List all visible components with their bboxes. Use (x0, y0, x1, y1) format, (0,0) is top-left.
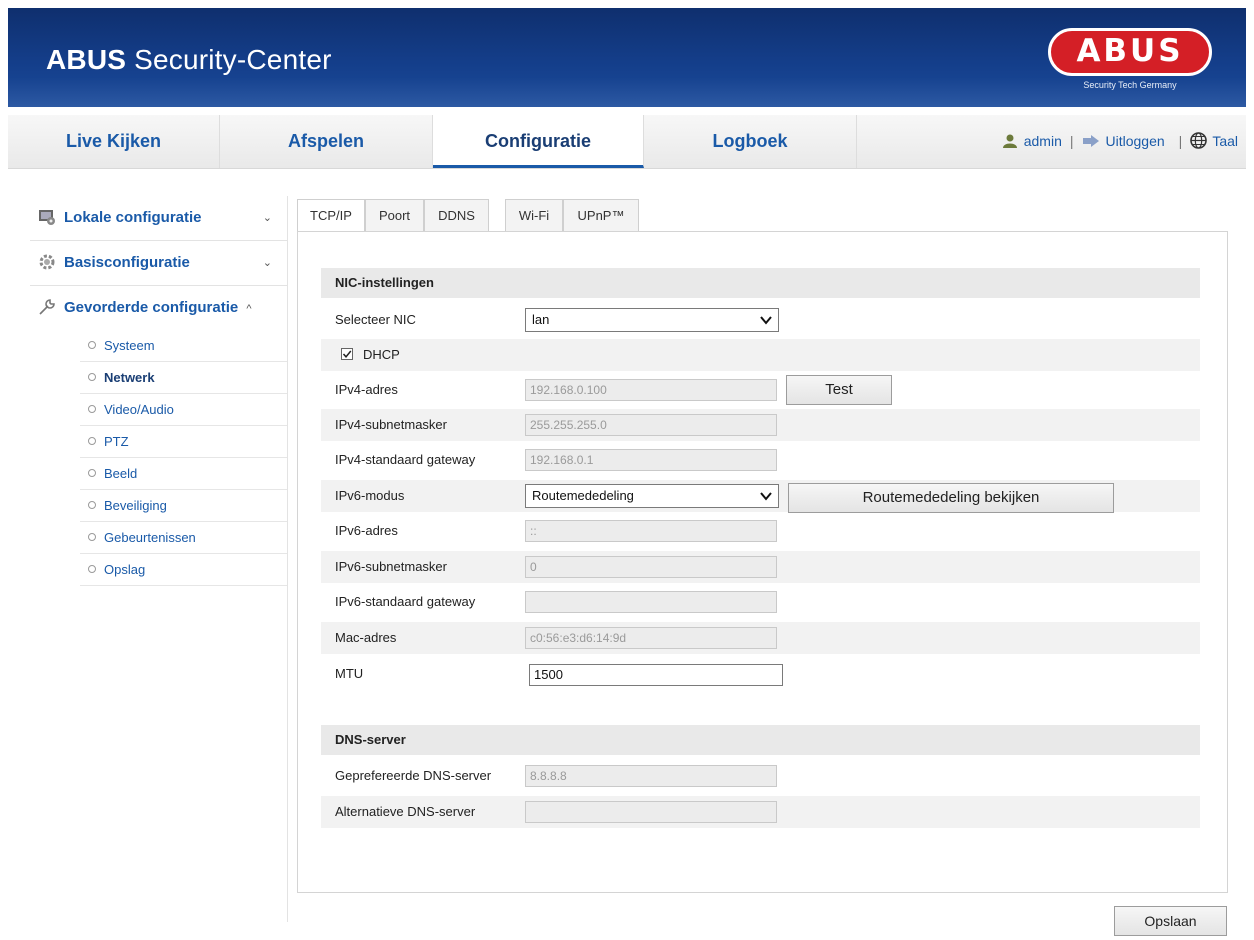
sidebar: Lokale configuratie ⌄ Basisconfiguratie … (30, 196, 288, 586)
sidebar-divider (287, 196, 288, 922)
test-button[interactable]: Test (786, 375, 892, 405)
tab-upnp[interactable]: UPnP™ (563, 199, 639, 231)
row-ipv6-address: IPv6-adres :: (321, 515, 1200, 547)
ipv6-address-field[interactable]: :: (525, 520, 777, 542)
logo-text: ABUS (1076, 33, 1184, 69)
logo-tagline: Security Tech Germany (1083, 80, 1177, 90)
ipv6-gateway-field[interactable] (525, 591, 777, 613)
nic-select[interactable]: lan (525, 308, 779, 332)
ipv4-address-field[interactable]: 192.168.0.100 (525, 379, 777, 401)
sidebar-section-lokale-configuratie[interactable]: Lokale configuratie ⌄ (30, 196, 288, 241)
ipv6-subnet-field[interactable]: 0 (525, 556, 777, 578)
bullet-icon (88, 437, 96, 445)
tab-wifi[interactable]: Wi-Fi (505, 199, 563, 231)
ipv4-subnet-field[interactable]: 255.255.255.0 (525, 414, 777, 436)
bullet-icon (88, 565, 96, 573)
row-ipv6-subnet: IPv6-subnetmasker 0 (321, 551, 1200, 583)
nic-settings-heading: NIC-instellingen (321, 268, 1200, 298)
bullet-icon (88, 405, 96, 413)
tab-poort[interactable]: Poort (365, 199, 424, 231)
tab-ddns[interactable]: DDNS (424, 199, 489, 231)
tab-afspelen[interactable]: Afspelen (220, 115, 433, 168)
sidebar-item-ptz[interactable]: PTZ (80, 426, 288, 458)
bullet-icon (88, 533, 96, 541)
row-mac-address: Mac-adres c0:56:e3:d6:14:9d (321, 622, 1200, 654)
user-area: admin | Uitloggen | Taal (1002, 115, 1238, 168)
tab-configuratie[interactable]: Configuratie (433, 115, 644, 168)
sidebar-item-opslag[interactable]: Opslag (80, 554, 288, 586)
row-mtu: MTU 1500 (321, 658, 1200, 690)
row-select-nic: Selecteer NIC lan (321, 304, 1200, 336)
sidebar-item-systeem[interactable]: Systeem (80, 330, 288, 362)
row-ipv4-gateway: IPv4-standaard gateway 192.168.0.1 (321, 444, 1200, 476)
preferred-dns-field[interactable]: 8.8.8.8 (525, 765, 777, 787)
tab-tcp-ip[interactable]: TCP/IP (297, 199, 365, 232)
tab-logboek[interactable]: Logboek (644, 115, 857, 168)
gear-icon (39, 254, 55, 270)
mac-address-field: c0:56:e3:d6:14:9d (525, 627, 777, 649)
sidebar-section-gevorderde-configuratie[interactable]: Gevorderde configuratie ^ (30, 286, 288, 330)
sidebar-item-netwerk[interactable]: Netwerk (80, 362, 288, 394)
app-title: ABUS Security-Center (46, 44, 332, 75)
ipv6-mode-select[interactable]: Routemededeling (525, 484, 779, 508)
sidebar-item-video-audio[interactable]: Video/Audio (80, 394, 288, 426)
chevron-down-icon: ⌄ (262, 212, 272, 224)
bullet-icon (88, 469, 96, 477)
row-dhcp: DHCP (321, 339, 1200, 371)
monitor-gear-icon (39, 210, 55, 225)
logout-link[interactable]: Uitloggen (1106, 133, 1165, 149)
bullet-icon (88, 373, 96, 381)
chevron-down-icon (760, 316, 772, 325)
mtu-field[interactable]: 1500 (529, 664, 783, 686)
sidebar-section-basisconfiguratie[interactable]: Basisconfiguratie ⌄ (30, 241, 288, 286)
sidebar-item-gebeurtenissen[interactable]: Gebeurtenissen (80, 522, 288, 554)
view-route-announcement-button[interactable]: Routemededeling bekijken (788, 483, 1114, 513)
sidebar-item-beeld[interactable]: Beeld (80, 458, 288, 490)
wrench-icon (39, 299, 55, 315)
row-alternate-dns: Alternatieve DNS-server (321, 796, 1200, 828)
row-ipv6-mode: IPv6-modus Routemededeling Routemededeli… (321, 480, 1200, 513)
app-header: ABUS Security-Center ABUS Security Tech … (8, 8, 1246, 107)
language-link[interactable]: Taal (1212, 133, 1238, 149)
logout-icon (1082, 135, 1099, 147)
row-ipv6-gateway: IPv6-standaard gateway (321, 586, 1200, 618)
row-ipv4-subnet: IPv4-subnetmasker 255.255.255.0 (321, 409, 1200, 441)
chevron-down-icon (760, 492, 772, 501)
abus-logo: ABUS Security Tech Germany (1048, 28, 1216, 98)
chevron-up-icon: ^ (246, 303, 252, 315)
chevron-down-icon: ⌄ (262, 257, 272, 269)
alternate-dns-field[interactable] (525, 801, 777, 823)
row-preferred-dns: Geprefereerde DNS-server 8.8.8.8 (321, 760, 1200, 792)
bullet-icon (88, 501, 96, 509)
main-nav: Live Kijken Afspelen Configuratie Logboe… (8, 115, 1246, 169)
user-icon (1002, 134, 1017, 148)
save-button[interactable]: Opslaan (1114, 906, 1227, 936)
bullet-icon (88, 341, 96, 349)
globe-icon (1190, 132, 1208, 149)
row-ipv4-address: IPv4-adres 192.168.0.100 Test (321, 374, 1200, 406)
dns-server-heading: DNS-server (321, 725, 1200, 755)
user-name[interactable]: admin (1024, 133, 1062, 149)
tab-live-kijken[interactable]: Live Kijken (8, 115, 220, 168)
ipv4-gateway-field[interactable]: 192.168.0.1 (525, 449, 777, 471)
dhcp-checkbox[interactable] (341, 348, 353, 360)
sidebar-item-beveiliging[interactable]: Beveiliging (80, 490, 288, 522)
